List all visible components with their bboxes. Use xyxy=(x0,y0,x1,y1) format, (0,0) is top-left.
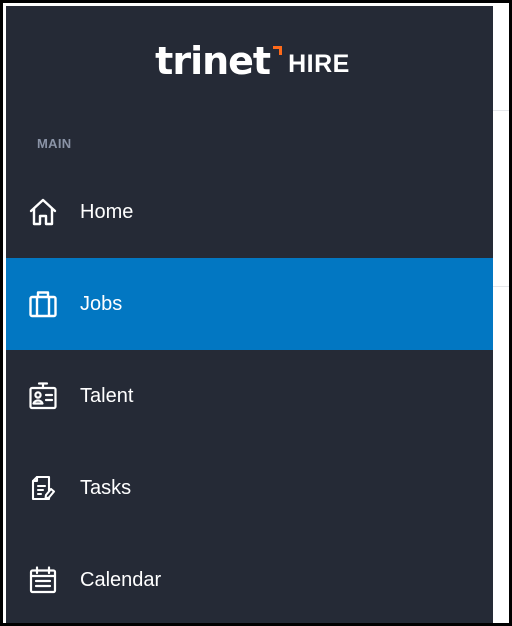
section-label-main: MAIN xyxy=(37,136,72,151)
briefcase-icon xyxy=(27,288,59,320)
content-divider xyxy=(493,286,509,287)
logo-product-name: HIRE xyxy=(288,50,350,78)
logo-corner-mark xyxy=(273,46,283,55)
main-content-edge xyxy=(493,6,509,623)
sidebar-item-tasks[interactable]: Tasks xyxy=(6,442,493,534)
app-window: trinet HIRE MAIN Home Jobs Talent Tasks … xyxy=(0,0,512,626)
logo-text: trinet xyxy=(155,39,271,83)
calendar-icon xyxy=(27,564,59,596)
brand-logo[interactable]: trinet HIRE xyxy=(6,36,493,80)
sidebar: trinet HIRE MAIN Home Jobs Talent Tasks … xyxy=(6,6,493,623)
sidebar-item-label: Tasks xyxy=(80,476,132,499)
id-card-icon xyxy=(27,380,59,412)
header-divider xyxy=(493,110,509,111)
sidebar-item-home[interactable]: Home xyxy=(6,166,493,258)
sidebar-item-label: Calendar xyxy=(80,568,162,591)
sidebar-item-label: Jobs xyxy=(80,292,123,315)
sidebar-item-label: Home xyxy=(80,200,134,223)
logo-wordmark: trinet xyxy=(155,39,283,83)
tasks-icon xyxy=(27,472,59,504)
home-icon xyxy=(27,196,59,228)
main-nav: Home Jobs Talent Tasks Calendar xyxy=(6,166,493,623)
sidebar-item-jobs[interactable]: Jobs xyxy=(6,258,493,350)
sidebar-item-calendar[interactable]: Calendar xyxy=(6,534,493,623)
sidebar-item-talent[interactable]: Talent xyxy=(6,350,493,442)
sidebar-item-label: Talent xyxy=(80,384,134,407)
